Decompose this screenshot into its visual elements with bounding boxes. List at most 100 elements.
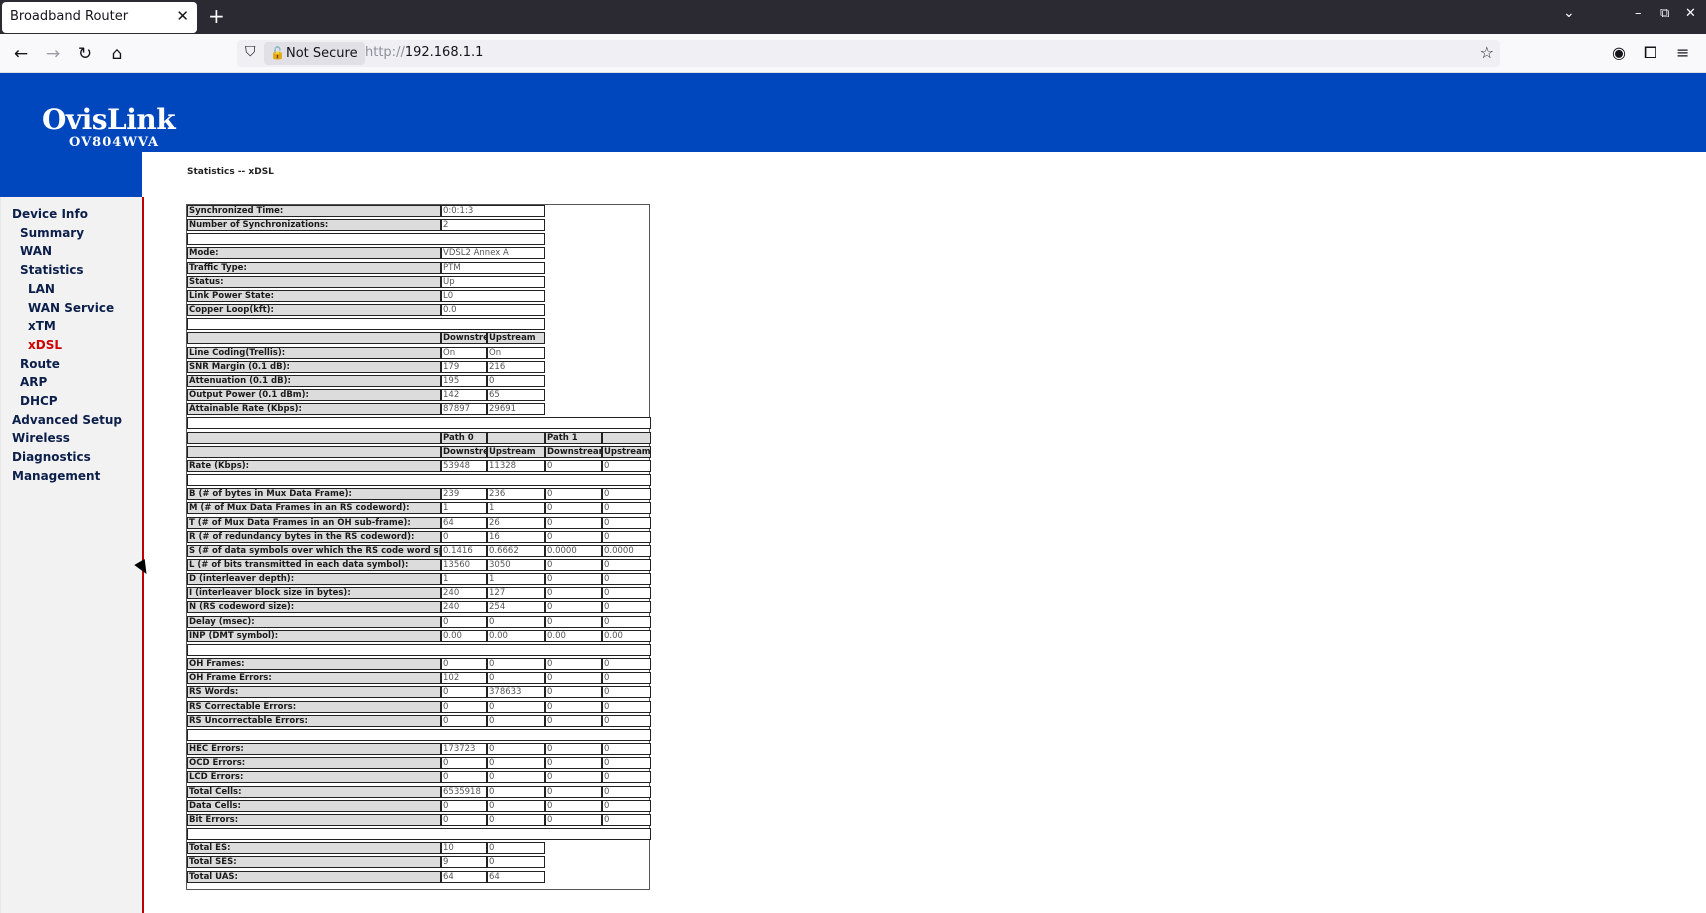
tab-title: Broadband Router (10, 9, 129, 24)
model-name: OV804WVA (69, 135, 160, 150)
column-header: Downstream (441, 445, 487, 458)
stat-label: HEC Errors: (187, 743, 441, 756)
stat-value: On (487, 346, 545, 359)
stat-value: 0.0 (441, 304, 545, 317)
spacer-row (187, 233, 545, 246)
restore-icon[interactable]: ⧉ (1660, 6, 1669, 21)
stat-label: Total UAS: (187, 870, 441, 883)
browser-tab[interactable]: Broadband Router ✕ (2, 2, 197, 33)
stat-value: 0.0000 (602, 544, 651, 557)
stat-value: 0.6662 (487, 544, 545, 557)
reload-icon[interactable]: ↻ (74, 43, 96, 65)
menu-icon[interactable]: ≡ (1676, 43, 1689, 62)
column-header: Downstream (545, 445, 602, 458)
spacer-row (187, 828, 651, 841)
url-bar[interactable]: ⛉ 🔓 Not Secure http://192.168.1.1 ☆ (237, 40, 1500, 67)
shield-icon[interactable]: ⛉ (245, 44, 256, 60)
chevron-down-icon[interactable]: ⌄ (1563, 5, 1575, 21)
stat-value: 0 (487, 842, 545, 855)
stat-label: Total SES: (187, 856, 441, 869)
stat-value: 64 (487, 870, 545, 883)
stat-value: 142 (441, 389, 487, 402)
sidebar-item-arp[interactable]: ARP (20, 375, 47, 389)
sidebar-item-dhcp[interactable]: DHCP (20, 394, 58, 408)
stat-value: 240 (441, 587, 487, 600)
stat-value: 0 (545, 502, 602, 515)
stat-label: D (interleaver depth): (187, 573, 441, 586)
browser-nav-bar: ← → ↻ ⌂ ⛉ 🔓 Not Secure http://192.168.1.… (0, 34, 1706, 73)
stat-value: 65 (487, 389, 545, 402)
stat-value: 11328 (487, 459, 545, 472)
stat-value: 3050 (487, 559, 545, 571)
stat-value: 0 (441, 530, 487, 543)
stat-value: 0 (545, 601, 602, 614)
path-header-blank (602, 431, 651, 444)
sidebar-item-management[interactable]: Management (12, 469, 100, 483)
stat-value: 0 (487, 785, 545, 798)
stat-label: Output Power (0.1 dBm): (187, 389, 441, 402)
path-header: Path 1 (545, 431, 602, 444)
stat-value: 0 (602, 559, 651, 571)
sidebar-item-lan[interactable]: LAN (28, 282, 55, 296)
stat-label: B (# of bytes in Mux Data Frame): (187, 488, 441, 501)
sidebar-item-device-info[interactable]: Device Info (12, 207, 88, 221)
sidebar-item-advanced-setup[interactable]: Advanced Setup (12, 413, 122, 427)
column-header: Upstream (602, 445, 651, 458)
stat-label: SNR Margin (0.1 dB): (187, 360, 441, 373)
stat-label: Total Cells: (187, 785, 441, 798)
stat-value: 0 (487, 374, 545, 387)
stat-value: 0 (545, 785, 602, 798)
stat-value: 0 (545, 686, 602, 699)
sidebar-item-wan-service[interactable]: WAN Service (28, 301, 114, 315)
sidebar-item-route[interactable]: Route (20, 357, 60, 371)
stat-label: Attainable Rate (Kbps): (187, 403, 441, 416)
sidebar-item-summary[interactable]: Summary (20, 226, 84, 240)
stat-value: 0 (441, 771, 487, 784)
spacer-row (187, 417, 651, 430)
stat-value: 0.1416 (441, 544, 487, 557)
stat-value: 0 (602, 757, 651, 770)
back-icon[interactable]: ← (10, 43, 32, 65)
minimize-icon[interactable]: – (1635, 6, 1642, 21)
brand-logo: OvisLink (42, 103, 176, 136)
extensions-icon[interactable]: ⧠ (1644, 43, 1657, 63)
spacer-row (187, 643, 651, 656)
stat-value: 0 (545, 799, 602, 812)
home-icon[interactable]: ⌂ (106, 43, 128, 65)
stat-value: 240 (441, 601, 487, 614)
close-window-icon[interactable]: ✕ (1685, 6, 1696, 21)
stat-label: Delay (msec): (187, 615, 441, 628)
stat-value: 0 (545, 488, 602, 501)
sidebar-item-xtm[interactable]: xTM (28, 319, 56, 333)
new-tab-icon[interactable]: + (208, 4, 225, 28)
stat-value: 0 (602, 658, 651, 671)
stat-value: 0.00 (441, 629, 487, 642)
stat-value: 0 (545, 771, 602, 784)
not-secure-badge[interactable]: 🔓 Not Secure (264, 42, 365, 65)
stat-value: 0 (602, 813, 651, 826)
sidebar-menu: Device Info Summary WAN Statistics LAN WAN Se… (0, 197, 144, 913)
stat-value: 0 (545, 615, 602, 628)
stat-value: 0 (602, 502, 651, 515)
stat-label: Number of Synchronizations: (187, 219, 441, 232)
stat-value: 64 (441, 870, 487, 883)
stat-value: 0 (602, 601, 651, 614)
sidebar-item-statistics[interactable]: Statistics (20, 263, 84, 277)
close-tab-icon[interactable]: ✕ (176, 7, 189, 25)
stat-label: M (# of Mux Data Frames in an RS codewor… (187, 502, 441, 515)
path-header-blank (487, 431, 545, 444)
spacer-row (187, 474, 651, 487)
sidebar-item-wan[interactable]: WAN (20, 244, 52, 258)
forward-icon[interactable]: → (42, 43, 64, 65)
sidebar-item-xdsl[interactable]: xDSL (28, 338, 62, 352)
account-icon[interactable]: ◉ (1612, 43, 1626, 62)
stat-value: 64 (441, 516, 487, 529)
stat-label: Traffic Type: (187, 261, 441, 274)
not-secure-label: Not Secure (286, 46, 358, 61)
stat-label: Copper Loop(kft): (187, 304, 441, 317)
sidebar-item-diagnostics[interactable]: Diagnostics (12, 450, 91, 464)
bookmark-star-icon[interactable]: ☆ (1480, 43, 1494, 62)
stat-value: 29691 (487, 403, 545, 416)
sidebar-item-wireless[interactable]: Wireless (12, 431, 70, 445)
url-text[interactable]: http://192.168.1.1 (365, 45, 483, 60)
